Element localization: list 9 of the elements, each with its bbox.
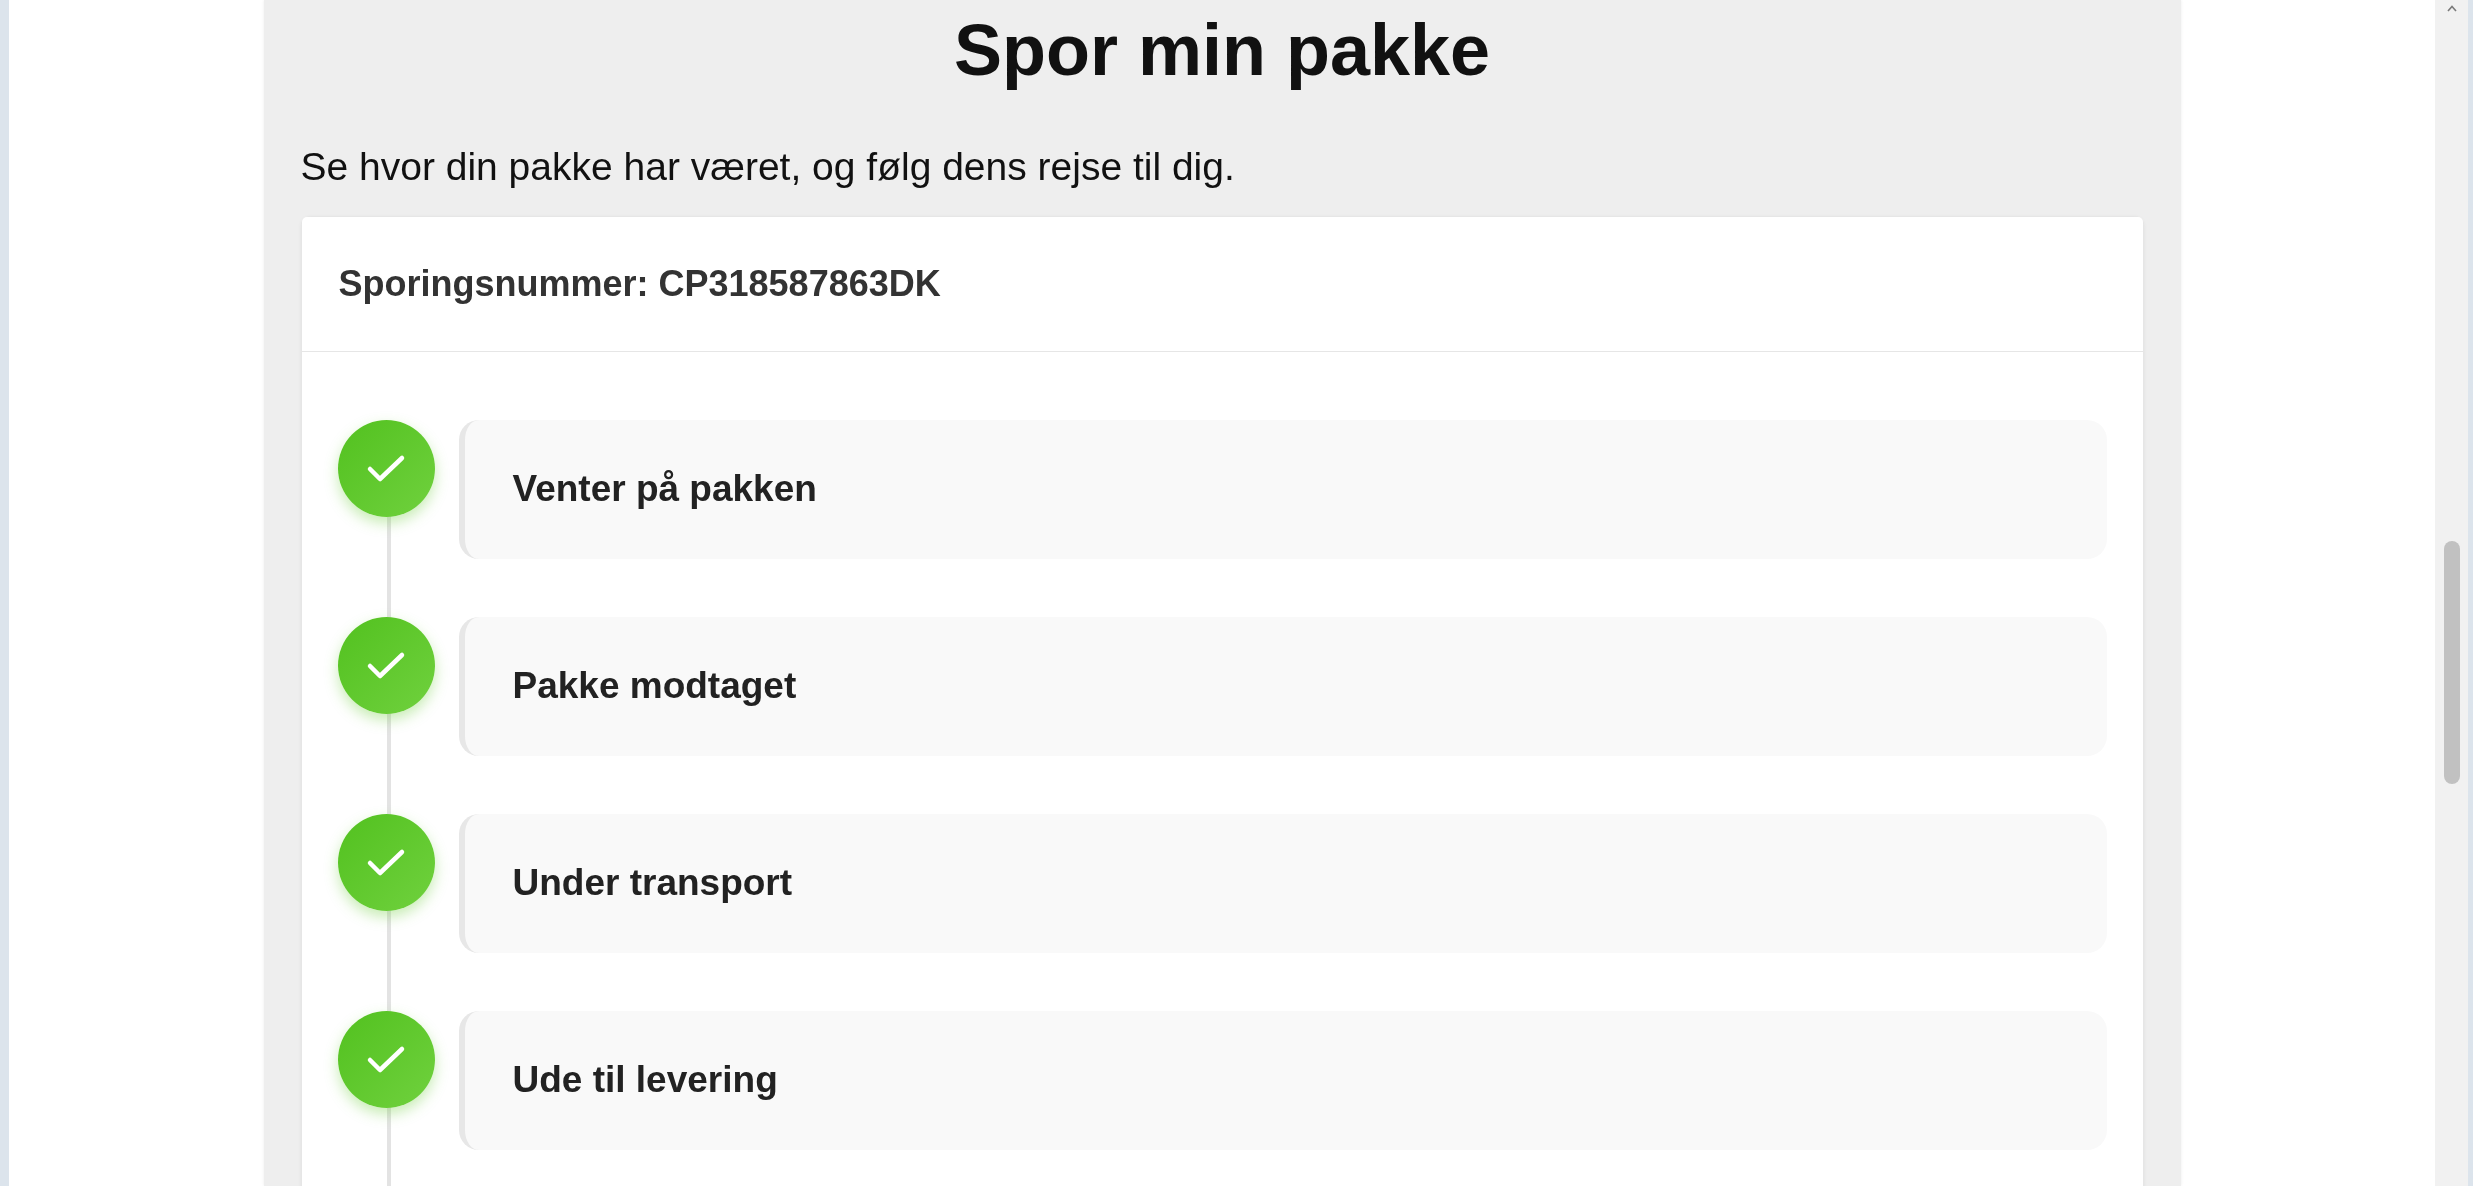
page-subtitle: Se hvor din pakke har været, og følg dens rejse til dig. — [300, 147, 1236, 186]
step-label: Pakke modtaget — [512, 664, 797, 709]
scrollbar-thumb[interactable] — [2443, 541, 2460, 784]
step-label: Ude til levering — [512, 1058, 778, 1103]
scroll-up-icon[interactable] — [2446, 5, 2457, 12]
step-label: Under transport — [512, 861, 793, 906]
tracking-number: Sporingsnummer: CP318587863DK — [338, 262, 941, 306]
scrollbar[interactable] — [2435, 0, 2468, 1186]
step-label: Venter på pakken — [512, 467, 817, 512]
